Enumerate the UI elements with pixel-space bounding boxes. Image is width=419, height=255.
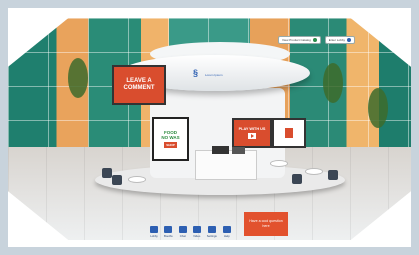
dock-item-video[interactable]: Video bbox=[192, 226, 201, 238]
dock-item-lobby[interactable]: Lobby bbox=[150, 226, 158, 238]
lobby-button[interactable]: Enter Lobby bbox=[324, 36, 355, 44]
dock-item-label: Settings bbox=[206, 234, 217, 238]
coffee-table bbox=[305, 168, 323, 175]
document-panel[interactable] bbox=[272, 118, 306, 148]
home-icon bbox=[150, 226, 158, 233]
cafe-table bbox=[270, 160, 288, 167]
question-cta-button[interactable]: Have a cool question here bbox=[244, 212, 288, 236]
leave-comment-panel[interactable]: LEAVE A COMMENT bbox=[112, 65, 166, 105]
bottom-dock: Lobby Booths Chat Video Settings Help bbox=[150, 226, 231, 238]
scene-toolbar: View Product Catalog Enter Lobby bbox=[278, 36, 355, 44]
question-cta-label: Have a cool question here bbox=[249, 219, 283, 228]
gear-icon bbox=[207, 226, 216, 233]
lounge-chair bbox=[292, 174, 302, 184]
dock-item-label: Booths bbox=[164, 234, 173, 238]
food-sign-title: FOOD NO WAS bbox=[161, 130, 180, 140]
booth-logo-mark: § bbox=[193, 68, 199, 78]
leave-comment-label: LEAVE A COMMENT bbox=[123, 78, 155, 91]
hanging-plant bbox=[368, 88, 388, 128]
dock-item-help[interactable]: Help bbox=[222, 226, 231, 238]
counter-screen[interactable] bbox=[212, 146, 229, 154]
dock-item-booths[interactable]: Booths bbox=[164, 226, 173, 238]
dock-item-label: Video bbox=[193, 234, 201, 238]
hanging-plant bbox=[323, 63, 343, 103]
help-icon bbox=[222, 226, 231, 233]
lounge-chair bbox=[102, 168, 112, 178]
video-icon bbox=[192, 226, 201, 233]
lounge-chair bbox=[328, 170, 338, 180]
catalog-button-label: View Product Catalog bbox=[282, 38, 311, 42]
booth-icon bbox=[164, 226, 173, 233]
hanging-plant bbox=[68, 58, 88, 98]
dock-item-label: Lobby bbox=[150, 234, 158, 238]
counter-screen[interactable] bbox=[232, 147, 245, 154]
dock-item-settings[interactable]: Settings bbox=[207, 226, 217, 238]
coffee-table bbox=[128, 176, 146, 183]
lobby-icon bbox=[346, 38, 351, 42]
booth-logo-text: Lorem Ipsum bbox=[205, 73, 223, 77]
play-label: PLAY WITH US bbox=[238, 127, 266, 131]
food-sign-panel[interactable]: FOOD NO WAS SHOP bbox=[152, 117, 189, 161]
video-panel[interactable]: PLAY WITH US bbox=[232, 118, 272, 148]
pdf-icon bbox=[285, 128, 293, 138]
catalog-icon bbox=[312, 38, 317, 42]
reception-counter bbox=[195, 150, 257, 180]
play-icon bbox=[248, 133, 256, 139]
food-sign-tag: SHOP bbox=[164, 142, 177, 148]
lobby-button-label: Enter Lobby bbox=[328, 38, 345, 42]
dock-item-label: Help bbox=[223, 234, 230, 238]
catalog-button[interactable]: View Product Catalog bbox=[278, 36, 321, 44]
chat-icon bbox=[178, 226, 187, 233]
lounge-chair bbox=[112, 175, 122, 185]
dock-item-label: Chat bbox=[179, 234, 186, 238]
dock-item-chat[interactable]: Chat bbox=[178, 226, 187, 238]
